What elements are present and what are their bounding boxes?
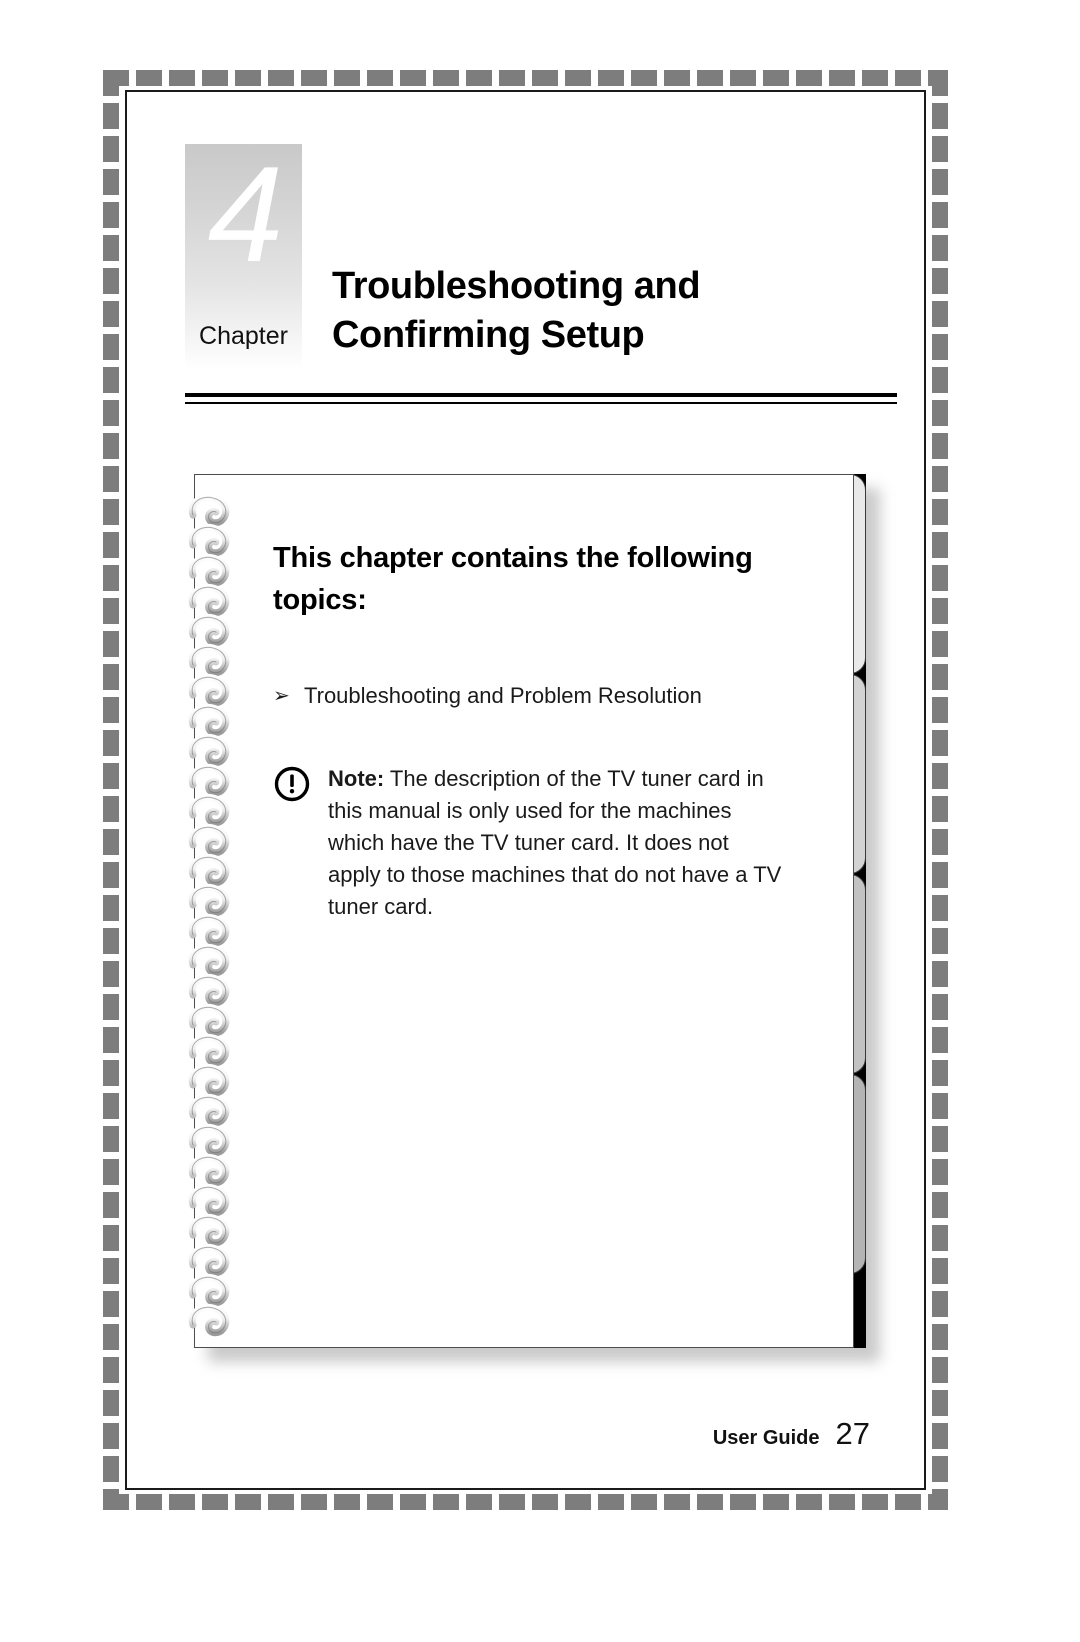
chapter-word-label: Chapter xyxy=(199,322,288,350)
chapter-badge: 4 Chapter xyxy=(185,144,302,369)
footer-page-number: 27 xyxy=(835,1416,870,1451)
spiral-coil-loop xyxy=(187,1273,241,1307)
frame-edge-left xyxy=(103,70,119,1510)
spiral-coil-loop xyxy=(187,1063,241,1097)
spiral-coil-loop xyxy=(187,823,241,857)
page-title-line-1: Troubleshooting and xyxy=(332,265,701,307)
spiral-binding xyxy=(187,493,249,1343)
chapter-number: 4 xyxy=(207,138,284,290)
chapter-header: 4 Chapter Troubleshooting and Confirming… xyxy=(185,144,897,434)
spiral-coil-loop xyxy=(187,1123,241,1157)
spiral-coil-loop xyxy=(187,733,241,767)
spiral-coil-loop xyxy=(187,883,241,917)
frame-edge-top xyxy=(103,70,948,86)
page-sheet: 4 Chapter Troubleshooting and Confirming… xyxy=(125,90,926,1490)
spiral-coil-loop xyxy=(187,493,241,527)
spiral-coil-loop xyxy=(187,613,241,647)
spiral-coil-loop xyxy=(187,793,241,827)
spiral-coil-loop xyxy=(187,1093,241,1127)
spiral-coil-loop xyxy=(187,583,241,617)
topics-list: ➢ Troubleshooting and Problem Resolution xyxy=(273,681,783,711)
spiral-coil-loop xyxy=(187,1213,241,1247)
spiral-coil-loop xyxy=(187,643,241,677)
spiral-coil-loop xyxy=(187,703,241,737)
spiral-coil-loop xyxy=(187,1303,241,1337)
spiral-coil-loop xyxy=(187,673,241,707)
document-page: 4 Chapter Troubleshooting and Confirming… xyxy=(0,0,1080,1642)
spiral-coil-loop xyxy=(187,853,241,887)
spiral-coil-loop xyxy=(187,763,241,797)
frame-edge-right xyxy=(932,70,948,1510)
header-rule-thick xyxy=(185,393,897,397)
chapter-contents-heading: This chapter contains the following topi… xyxy=(273,542,753,616)
note-text: Note: The description of the TV tuner ca… xyxy=(328,763,783,923)
spiral-coil-loop xyxy=(187,553,241,587)
note-label: Note: xyxy=(328,766,385,791)
page-title-line-2: Confirming Setup xyxy=(332,314,645,356)
spiral-coil-loop xyxy=(187,1243,241,1277)
exclamation-circle-icon xyxy=(273,765,311,803)
spiral-coil-loop xyxy=(187,1003,241,1037)
note-callout: Note: The description of the TV tuner ca… xyxy=(273,763,783,923)
notebook-illustration: 1 2 3 4 This chapter contains the follow… xyxy=(188,474,880,1362)
notebook-content: This chapter contains the following topi… xyxy=(273,537,783,923)
spiral-coil-loop xyxy=(187,1183,241,1217)
list-item-label: Troubleshooting and Problem Resolution xyxy=(304,683,702,708)
spiral-coil-loop xyxy=(187,973,241,1007)
arrow-bullet-icon: ➢ xyxy=(273,685,290,707)
notebook-sheet: This chapter contains the following topi… xyxy=(188,474,854,1348)
list-item: ➢ Troubleshooting and Problem Resolution xyxy=(273,681,783,711)
note-body: The description of the TV tuner card in … xyxy=(328,766,782,919)
frame-edge-bottom xyxy=(103,1494,948,1510)
header-rule-thin xyxy=(185,402,897,404)
spiral-coil-loop xyxy=(187,943,241,977)
footer-guide-label: User Guide xyxy=(712,1427,820,1449)
page-title: Troubleshooting and Confirming Setup xyxy=(332,262,892,360)
page-footer: User Guide 27 xyxy=(713,1416,870,1452)
spiral-coil-loop xyxy=(187,1033,241,1067)
spiral-coil-loop xyxy=(187,523,241,557)
spiral-coil-loop xyxy=(187,913,241,947)
spiral-coil-loop xyxy=(187,1153,241,1187)
